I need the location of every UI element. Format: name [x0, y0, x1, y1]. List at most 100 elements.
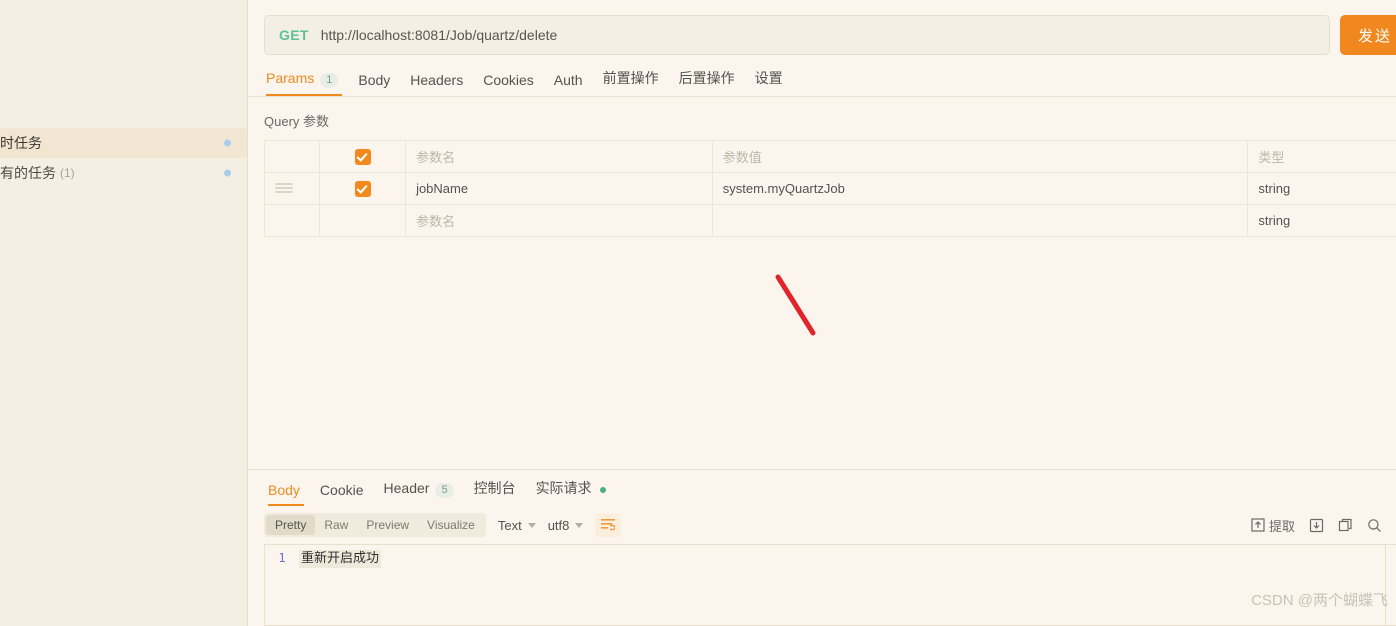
row-checkbox-cell[interactable]	[319, 204, 407, 237]
params-table: 参数名 参数值 类型 jobName system.myQuartzJob st…	[263, 140, 1396, 237]
row-name-cell[interactable]: jobName	[405, 172, 713, 205]
response-body-editor[interactable]: 1 重新开启成功	[264, 544, 1396, 626]
drag-handle-icon[interactable]	[275, 183, 293, 193]
tab-body[interactable]: Body	[348, 72, 400, 96]
sidebar-item-scheduled-tasks[interactable]: 定时任务	[0, 128, 247, 158]
param-name-value: jobName	[416, 181, 469, 196]
chevron-down-icon	[527, 522, 536, 528]
view-mode-switch: Pretty Raw Preview Visualize	[264, 513, 486, 537]
sidebar-list: 定时任务 所有的任务 (1)	[0, 128, 247, 188]
query-params-title: Query 参数	[264, 114, 330, 129]
response-tab-cookie[interactable]: Cookie	[310, 482, 374, 506]
format-select[interactable]: Text	[498, 518, 536, 533]
row-type-cell[interactable]: string	[1247, 204, 1396, 237]
param-value-value: system.myQuartzJob	[722, 181, 845, 196]
app-root: ) 定时任务 所有的任务 (1) GET http://localhost:80…	[0, 0, 1396, 626]
tab-label: 前置操作	[602, 70, 659, 86]
tab-params[interactable]: Params 1	[264, 70, 348, 96]
row-name-cell[interactable]: 参数名	[405, 140, 713, 173]
row-value-cell[interactable]: system.myQuartzJob	[711, 172, 1249, 205]
wrap-text-icon	[601, 519, 616, 531]
table-row[interactable]: 参数名 参数值 类型	[263, 140, 1396, 173]
extract-label: 提取	[1268, 518, 1295, 534]
extract-icon	[1251, 518, 1265, 532]
tab-label: 控制台	[473, 480, 516, 496]
line-number-gutter: 1	[265, 545, 299, 625]
tab-label: Body	[268, 482, 300, 498]
tab-label: Auth	[553, 72, 583, 88]
view-mode-pretty[interactable]: Pretty	[266, 515, 316, 535]
response-tab-console[interactable]: 控制台	[464, 478, 526, 506]
unread-dot-icon	[599, 487, 606, 493]
row-handle-cell	[263, 204, 321, 237]
request-tabs: Params 1 Body Headers Cookies Auth 前置操作 …	[248, 60, 1396, 97]
search-button[interactable]	[1367, 518, 1382, 533]
tab-pre-operation[interactable]: 前置操作	[593, 68, 669, 96]
status-dot-icon	[224, 169, 231, 177]
tab-label: 实际请求	[535, 480, 592, 496]
sidebar: ) 定时任务 所有的任务 (1)	[0, 0, 248, 626]
tab-label: 设置	[754, 70, 783, 86]
tab-label: Body	[358, 72, 391, 88]
response-toolbar: Pretty Raw Preview Visualize Text utf8 提…	[248, 506, 1396, 544]
view-mode-raw[interactable]: Raw	[315, 515, 357, 535]
tab-label: Cookies	[483, 72, 534, 88]
row-value-cell[interactable]	[711, 204, 1249, 237]
row-value-cell[interactable]: 参数值	[711, 140, 1249, 173]
response-body-line: 重新开启成功	[299, 550, 382, 568]
response-toolbar-right: 提取	[1251, 516, 1382, 535]
row-type-cell[interactable]: string	[1247, 172, 1396, 205]
row-handle-cell[interactable]	[263, 172, 321, 205]
table-row[interactable]: 参数名 string	[263, 204, 1396, 237]
tab-label: Headers	[410, 72, 464, 88]
tab-label: Header	[383, 480, 430, 496]
row-checkbox-cell[interactable]	[319, 172, 407, 205]
extract-button[interactable]: 提取	[1251, 516, 1295, 535]
row-type-cell[interactable]: 类型	[1247, 140, 1396, 173]
tab-auth[interactable]: Auth	[544, 72, 593, 96]
wrap-text-button[interactable]	[595, 513, 622, 537]
url-bar: GET http://localhost:8081/Job/quartz/del…	[248, 0, 1396, 60]
row-name-cell[interactable]: 参数名	[405, 204, 713, 237]
tab-label: 后置操作	[678, 70, 735, 86]
url-input[interactable]: GET http://localhost:8081/Job/quartz/del…	[264, 15, 1330, 55]
tab-label: Params	[266, 70, 315, 86]
tab-post-operation[interactable]: 后置操作	[669, 68, 745, 96]
sidebar-item-all-tasks[interactable]: 所有的任务 (1)	[0, 158, 247, 188]
checkbox-all[interactable]	[354, 148, 371, 165]
view-mode-preview[interactable]: Preview	[357, 515, 418, 535]
copy-button[interactable]	[1338, 518, 1353, 533]
view-mode-visualize[interactable]: Visualize	[418, 515, 484, 535]
table-row[interactable]: jobName system.myQuartzJob string	[263, 172, 1396, 205]
row-handle-cell	[263, 140, 321, 173]
param-type-value: string	[1258, 213, 1291, 228]
response-tab-header[interactable]: Header 5	[374, 480, 464, 506]
response-tab-actual-request[interactable]: 实际请求	[526, 478, 616, 506]
response-tab-body[interactable]: Body	[264, 482, 310, 506]
sidebar-item-label: 所有的任务	[0, 165, 56, 181]
download-button[interactable]	[1309, 518, 1324, 533]
send-button[interactable]: 发送	[1340, 15, 1396, 55]
format-select-value: Text	[497, 517, 522, 533]
query-params-section: Query 参数 参数名 参数值 类型 jobName system.myQua…	[248, 97, 1396, 469]
sidebar-item-label: 定时任务	[0, 135, 42, 151]
copy-icon	[1338, 518, 1352, 531]
tab-cookies[interactable]: Cookies	[473, 72, 544, 96]
encoding-select[interactable]: utf8	[548, 518, 584, 533]
param-name-placeholder: 参数名	[416, 214, 456, 229]
checkbox-row[interactable]	[354, 180, 371, 197]
line-number: 1	[278, 551, 286, 565]
param-name-placeholder: 参数名	[416, 150, 456, 165]
response-body-content[interactable]: 重新开启成功	[299, 545, 1396, 625]
response-panel: Body Cookie Header 5 控制台 实际请求 Pretty Raw…	[248, 469, 1396, 626]
param-type-value: string	[1258, 181, 1291, 196]
search-icon	[1368, 518, 1381, 532]
response-tabs: Body Cookie Header 5 控制台 实际请求	[248, 470, 1396, 506]
chevron-down-icon	[575, 522, 584, 528]
tab-headers[interactable]: Headers	[400, 72, 473, 96]
sidebar-item-count: (1)	[60, 166, 75, 180]
tab-settings[interactable]: 设置	[745, 68, 793, 96]
vertical-scrollbar[interactable]	[1385, 545, 1396, 625]
tab-badge: 1	[320, 73, 339, 88]
row-checkbox-cell[interactable]	[319, 140, 407, 173]
